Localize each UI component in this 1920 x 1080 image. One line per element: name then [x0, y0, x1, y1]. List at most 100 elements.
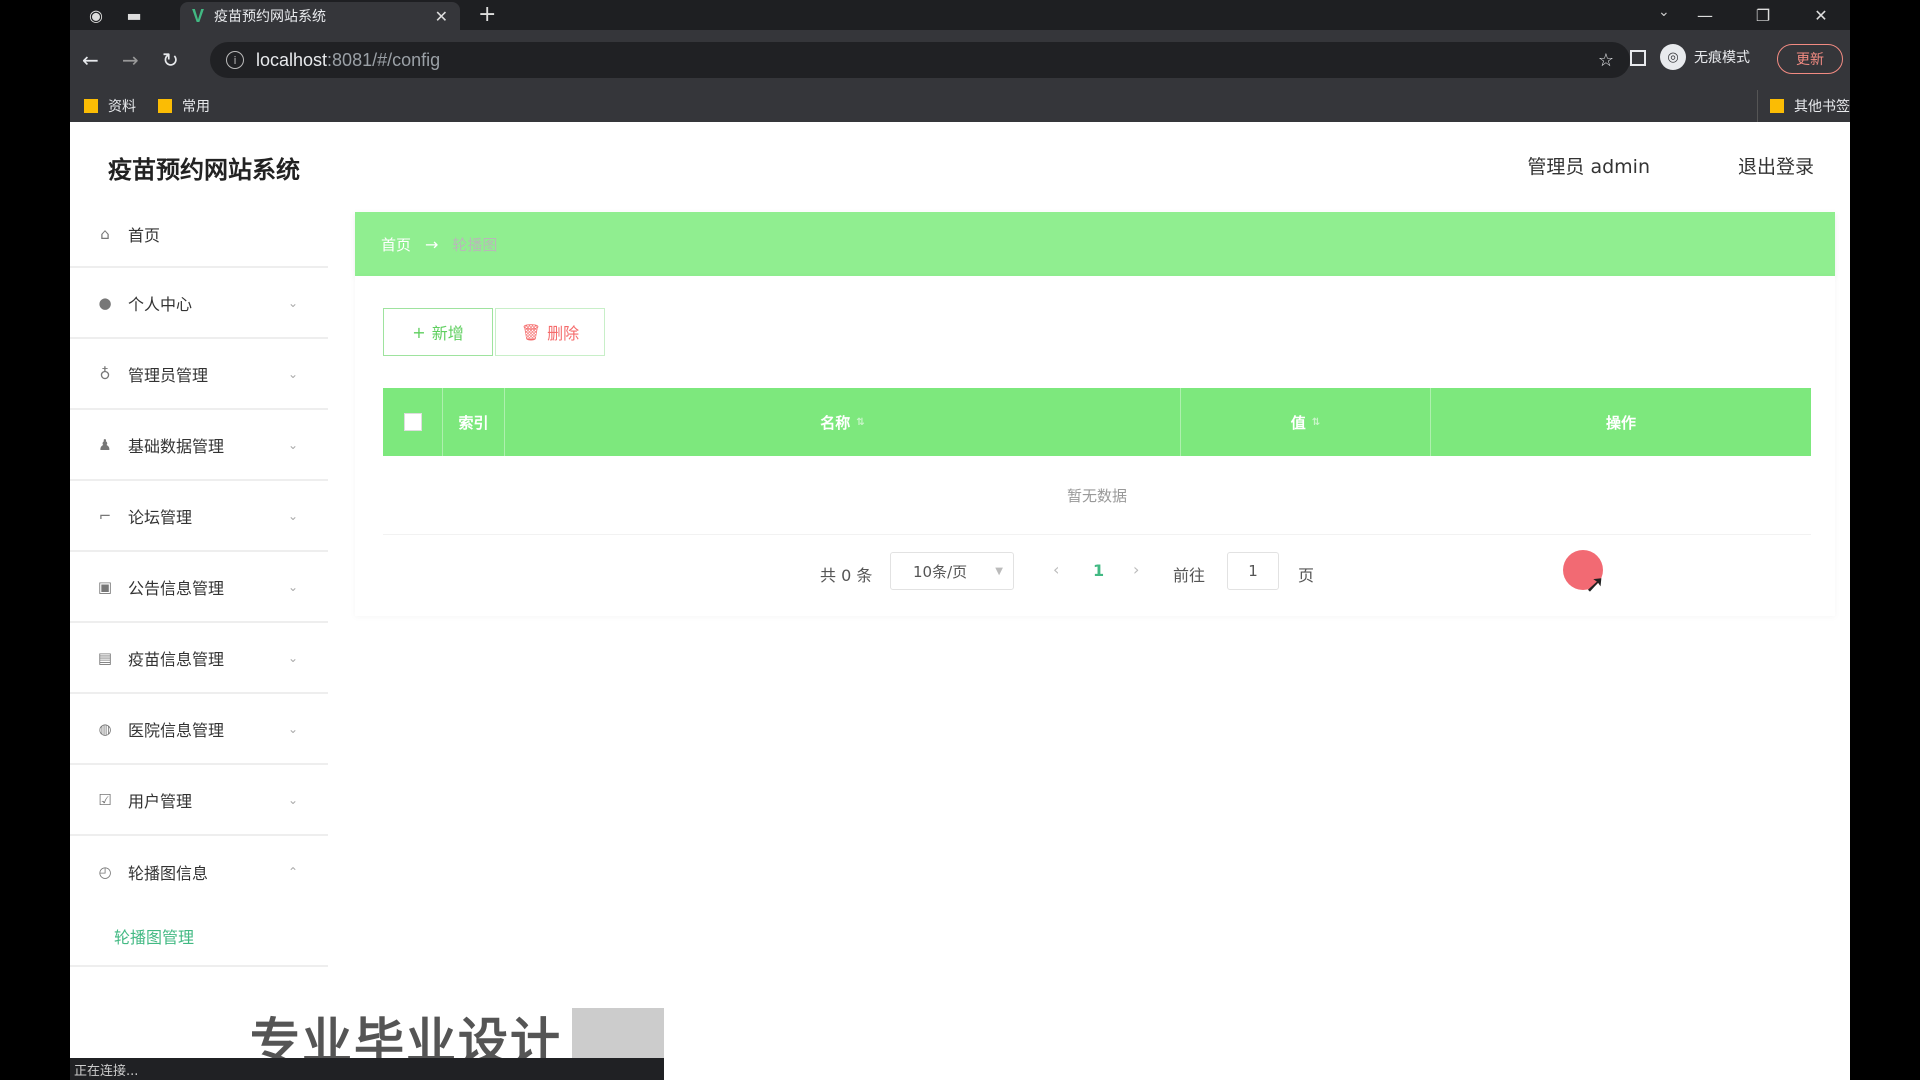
- minimize-icon[interactable]: —: [1676, 0, 1734, 30]
- sidebar-item-vaccine-info[interactable]: ▤ 疫苗信息管理 ⌄: [70, 623, 328, 694]
- bookmark-star-icon[interactable]: ☆: [1598, 50, 1614, 71]
- chevron-up-icon: ⌃: [287, 864, 298, 879]
- breadcrumb-current: 轮播图: [452, 235, 498, 254]
- select-all-cell: [383, 388, 443, 456]
- printer-icon: ▤: [97, 648, 113, 667]
- back-arrow-icon[interactable]: ←: [82, 48, 99, 72]
- url-path: :8081/#/config: [327, 49, 441, 70]
- column-header-label: 值: [1290, 413, 1306, 432]
- sidebar-item-user-management[interactable]: ☑ 用户管理 ⌄: [70, 765, 328, 836]
- app-title: 疫苗预约网站系统: [108, 156, 300, 184]
- goto-page-input[interactable]: 1: [1227, 552, 1279, 590]
- site-info-icon[interactable]: i: [226, 51, 244, 69]
- sidebar-item-forum[interactable]: ⌐ 论坛管理 ⌄: [70, 481, 328, 552]
- table-empty-text: 暂无数据: [383, 456, 1811, 535]
- chevron-down-icon: ⌄: [287, 579, 298, 594]
- column-header-actions: 操作: [1431, 388, 1811, 456]
- sidebar-item-label: 论坛管理: [128, 507, 193, 527]
- other-bookmarks[interactable]: 其他书签: [1757, 90, 1850, 122]
- current-user: 管理员 admin: [1527, 156, 1650, 178]
- tab-search-icon[interactable]: ▬: [124, 6, 144, 25]
- delete-button[interactable]: 🗑 删除: [495, 308, 605, 356]
- sidebar-item-label: 医院信息管理: [128, 720, 225, 740]
- sort-icon[interactable]: ⇅: [856, 417, 864, 428]
- compass-icon: ◴: [98, 862, 112, 881]
- select-all-checkbox[interactable]: [403, 413, 422, 431]
- user-icon: ●: [98, 293, 112, 312]
- prev-page-icon[interactable]: ‹: [1053, 560, 1059, 579]
- bookmark-label: 常用: [182, 99, 210, 115]
- crop-icon: ⌐: [98, 506, 112, 525]
- mouse-cursor-icon: ➚: [1585, 570, 1606, 598]
- chevron-down-icon: ⌄: [287, 437, 298, 452]
- sidebar-item-hospital-info[interactable]: ◍ 医院信息管理 ⌄: [70, 694, 328, 765]
- data-table: 索引 名称 ⇅ 值 ⇅ 操作 暂无数据: [383, 388, 1811, 535]
- column-header-label: 操作: [1605, 413, 1636, 432]
- sidebar-item-basic-data[interactable]: ♟ 基础数据管理 ⌄: [70, 410, 328, 481]
- tab-close-icon[interactable]: ✕: [435, 7, 448, 26]
- column-header-name[interactable]: 名称 ⇅: [505, 388, 1181, 456]
- bookmark-folder[interactable]: 资料: [84, 96, 136, 116]
- chevron-down-icon: ⌄: [287, 721, 298, 736]
- sort-icon[interactable]: ⇅: [1312, 417, 1320, 428]
- chevron-down-icon: ⌄: [287, 508, 298, 523]
- restore-icon[interactable]: ❐: [1734, 0, 1792, 30]
- chevron-down-icon: ⌄: [287, 366, 298, 381]
- page-size-value: 10条/页: [913, 562, 968, 581]
- delete-button-label: 删除: [547, 324, 580, 343]
- sidebar-item-label: 个人中心: [128, 294, 193, 314]
- new-tab-icon[interactable]: +: [478, 2, 496, 27]
- main-content: 首页 → 轮播图 + 新增 🗑 删除 索引 名称 ⇅ 值 ⇅ 操作 暂无数据 共…: [355, 212, 1835, 1012]
- bookmark-folder[interactable]: 常用: [158, 96, 210, 116]
- chevron-down-icon: ⌄: [287, 295, 298, 310]
- tab-title: 疫苗预约网站系统: [214, 9, 327, 25]
- sidebar: ⌂ 首页 ● 个人中心 ⌄ ♁ 管理员管理 ⌄ ♟ 基础数据管理 ⌄ ⌐ 论坛管…: [70, 202, 328, 1002]
- sidebar-item-announcements[interactable]: ▣ 公告信息管理 ⌄: [70, 552, 328, 623]
- next-page-icon[interactable]: ›: [1133, 560, 1139, 579]
- sidebar-item-admin-management[interactable]: ♁ 管理员管理 ⌄: [70, 339, 328, 410]
- incognito-indicator[interactable]: ◎ 无痕模式: [1660, 44, 1750, 70]
- table-header: 索引 名称 ⇅ 值 ⇅ 操作: [383, 388, 1811, 456]
- breadcrumb-arrow-icon: →: [425, 234, 439, 254]
- side-panel-icon[interactable]: [1630, 50, 1646, 66]
- folder-icon: [1770, 99, 1784, 113]
- sidebar-item-personal-center[interactable]: ● 个人中心 ⌄: [70, 268, 328, 339]
- incognito-icon: ◎: [1660, 44, 1686, 70]
- person-icon: ♟: [98, 435, 112, 454]
- sidebar-subitem-carousel-management[interactable]: 轮播图管理: [70, 907, 328, 967]
- window-close-icon[interactable]: ✕: [1792, 0, 1850, 30]
- reload-icon[interactable]: ↻: [162, 48, 179, 72]
- app-header: 疫苗预约网站系统 管理员 admin 退出登录: [70, 122, 1850, 202]
- column-header-value[interactable]: 值 ⇅: [1181, 388, 1431, 456]
- column-header-index: 索引: [443, 388, 505, 456]
- checkbox-icon: ☑: [98, 790, 112, 809]
- status-bar: 正在连接...: [70, 1058, 664, 1080]
- url-host: localhost: [256, 49, 328, 70]
- screen-frame-left: [0, 0, 70, 1080]
- add-button[interactable]: + 新增: [383, 308, 493, 356]
- app-root: 疫苗预约网站系统 管理员 admin 退出登录 ⌂ 首页 ● 个人中心 ⌄ ♁ …: [70, 122, 1850, 1080]
- page-size-select[interactable]: 10条/页 ▼: [890, 552, 1014, 590]
- browser-tab[interactable]: V 疫苗预约网站系统 ✕: [180, 2, 460, 30]
- content-panel: + 新增 🗑 删除 索引 名称 ⇅ 值 ⇅ 操作 暂无数据 共 0 条 10条/…: [355, 276, 1835, 616]
- bookmark-label: 资料: [108, 99, 136, 115]
- add-button-label: 新增: [431, 324, 464, 343]
- address-bar[interactable]: i localhost :8081/#/config ☆: [210, 42, 1630, 78]
- sidebar-item-label: 管理员管理: [128, 365, 209, 385]
- bookmarks-bar: 资料 常用 其他书签: [70, 90, 1850, 122]
- profile-icon[interactable]: ◉: [86, 6, 106, 25]
- update-button[interactable]: 更新: [1777, 44, 1843, 74]
- page-suffix: 页: [1298, 566, 1315, 585]
- sidebar-item-carousel-info[interactable]: ◴ 轮播图信息 ⌃: [70, 836, 328, 907]
- sidebar-item-label: 基础数据管理: [128, 436, 225, 456]
- breadcrumb-home-link[interactable]: 首页: [381, 234, 411, 255]
- chevron-down-icon: ▼: [995, 565, 1003, 577]
- tab-list-chevron-icon[interactable]: ⌄: [1658, 4, 1670, 20]
- logout-link[interactable]: 退出登录: [1738, 152, 1814, 179]
- forward-arrow-icon[interactable]: →: [122, 48, 139, 72]
- browser-window: ◉ ▬ V 疫苗预约网站系统 ✕ + ⌄ — ❐ ✕ ← → ↻ i local…: [70, 0, 1850, 1080]
- sidebar-item-home[interactable]: ⌂ 首页: [70, 202, 328, 268]
- pagination: 共 0 条 10条/页 ▼ ‹ 1 › 前往 1 页: [355, 552, 1835, 592]
- page-number[interactable]: 1: [1093, 561, 1104, 580]
- goto-label: 前往: [1173, 566, 1206, 585]
